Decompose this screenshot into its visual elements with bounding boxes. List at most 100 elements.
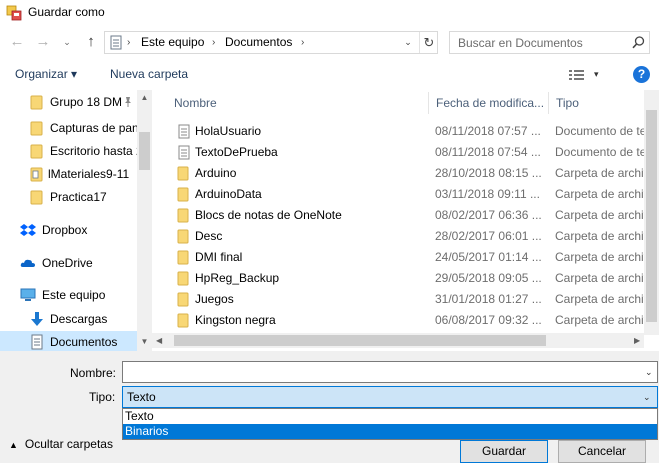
file-type-dropdown-icon[interactable]: ⌄ (643, 390, 651, 405)
nav-item-practica17[interactable]: Practica17 (0, 186, 137, 208)
nav-item-descargas[interactable]: Descargas (0, 308, 137, 330)
file-date: 28/10/2018 08:15 ... (435, 166, 542, 180)
nav-item-escritorio[interactable]: Escritorio hasta 2 (0, 140, 137, 162)
nav-item-documentos[interactable]: Documentos (0, 331, 137, 351)
file-list-horizontal-scrollbar[interactable]: ◀ ▶ (152, 333, 644, 348)
folder-icon (29, 143, 45, 159)
file-row[interactable]: HpReg_Backup 29/05/2018 09:05 ... Carpet… (167, 268, 644, 289)
file-name-combobox[interactable]: ⌄ (122, 361, 658, 383)
file-name-label: Nombre: (70, 366, 117, 380)
back-arrow-icon[interactable]: ← (8, 33, 26, 51)
column-header-type[interactable]: Tipo (549, 92, 644, 114)
file-row[interactable]: Arduino 28/10/2018 08:15 ... Carpeta de … (167, 163, 644, 184)
nav-item-dropbox[interactable]: Dropbox (0, 219, 137, 241)
file-date: 06/08/2017 09:32 ... (435, 313, 542, 327)
file-type: Carpeta de archiv (555, 187, 644, 201)
search-input[interactable] (458, 35, 623, 50)
file-type: Carpeta de archiv (555, 166, 644, 180)
file-type: Carpeta de archiv (555, 250, 644, 264)
file-type: Carpeta de archiv (555, 208, 644, 222)
nav-item-label: lMateriales9-11 (48, 167, 130, 181)
file-name: Kingston negra (195, 313, 276, 327)
file-type-dropdown-list: Texto Binarios (122, 408, 658, 440)
address-dropdown-icon[interactable]: ⌄ (401, 34, 415, 51)
cancel-button[interactable]: Cancelar (558, 440, 646, 463)
scroll-right-icon[interactable]: ▶ (634, 333, 640, 348)
organize-label: Organizar (15, 67, 68, 81)
dropbox-icon (20, 222, 36, 238)
folder-icon (177, 166, 191, 181)
nav-item-capturas[interactable]: Capturas de pan (0, 117, 137, 139)
pin-icon[interactable] (123, 91, 133, 112)
file-row[interactable]: ArduinoData 03/11/2018 09:11 ... Carpeta… (167, 184, 644, 205)
column-header-date[interactable]: Fecha de modifica... (429, 92, 549, 114)
breadcrumb-separator-icon[interactable]: › (301, 35, 304, 50)
file-date: 08/11/2018 07:57 ... (435, 124, 541, 138)
file-type-option-texto[interactable]: Texto (123, 409, 657, 424)
nav-item-label: Este equipo (42, 288, 106, 302)
file-name: HpReg_Backup (195, 271, 280, 285)
scroll-thumb[interactable] (139, 132, 150, 170)
file-type: Documento de te (555, 145, 644, 159)
breadcrumb-documentos[interactable]: Documentos (225, 35, 292, 50)
folder-icon (29, 120, 45, 136)
file-type: Carpeta de archiv (555, 292, 644, 306)
file-name-dropdown-icon[interactable]: ⌄ (645, 365, 653, 380)
new-folder-button[interactable]: Nueva carpeta (110, 67, 188, 84)
scroll-left-icon[interactable]: ◀ (156, 333, 162, 348)
breadcrumb-este-equipo[interactable]: Este equipo (141, 35, 204, 50)
breadcrumb-separator-icon[interactable]: › (212, 35, 215, 50)
file-row[interactable]: DMI final 24/05/2017 01:14 ... Carpeta d… (167, 247, 644, 268)
view-chevron-down-icon[interactable]: ▾ (594, 67, 599, 82)
hide-folders-button[interactable]: ▲ Ocultar carpetas (9, 437, 113, 451)
file-row[interactable]: HolaUsuario 08/11/2018 07:57 ... Documen… (167, 121, 644, 142)
file-type-select[interactable]: Texto ⌄ (122, 386, 658, 408)
scroll-thumb[interactable] (174, 335, 546, 346)
computer-icon (20, 287, 36, 303)
recent-locations-chevron-icon[interactable]: ⌄ (60, 33, 74, 51)
breadcrumb-separator-icon[interactable]: › (127, 35, 130, 50)
nav-item-lmateriales[interactable]: lMateriales9-11 (0, 163, 137, 185)
save-dialog-icon (6, 5, 22, 21)
nav-item-label: Escritorio hasta 2 (50, 144, 137, 158)
file-row[interactable]: Kingston negra 06/08/2017 09:32 ... Carp… (167, 310, 644, 331)
file-date: 08/02/2017 06:36 ... (435, 208, 542, 222)
file-row[interactable]: Blocs de notas de OneNote 08/02/2017 06:… (167, 205, 644, 226)
navigation-scrollbar[interactable]: ▲ ▼ (137, 90, 152, 351)
chevron-up-icon: ▲ (9, 440, 18, 450)
refresh-icon[interactable]: ↻ (419, 32, 438, 53)
file-type: Carpeta de archiv (555, 313, 644, 327)
file-list-vertical-scrollbar[interactable] (644, 90, 659, 335)
onedrive-icon (20, 255, 36, 271)
address-bar[interactable]: › Este equipo › Documentos › ⌄ ↻ (104, 31, 438, 54)
nav-item-label: Dropbox (42, 223, 88, 237)
search-icon[interactable] (631, 35, 646, 50)
save-button[interactable]: Guardar (460, 440, 548, 463)
file-type: Documento de te (555, 124, 644, 138)
view-options-icon[interactable] (568, 67, 586, 82)
file-row[interactable]: Desc 28/02/2017 06:01 ... Carpeta de arc… (167, 226, 644, 247)
file-row[interactable]: Juegos 31/01/2018 01:27 ... Carpeta de a… (167, 289, 644, 310)
search-box[interactable] (449, 31, 650, 54)
nav-item-label: Practica17 (50, 190, 107, 204)
scroll-up-icon[interactable]: ▲ (137, 90, 152, 105)
nav-item-label: Documentos (50, 335, 118, 349)
help-icon[interactable]: ? (633, 66, 650, 83)
file-row[interactable]: TextoDePrueba 08/11/2018 07:54 ... Docum… (167, 142, 644, 163)
scroll-down-icon[interactable]: ▼ (137, 334, 152, 349)
file-name-input[interactable] (127, 365, 627, 380)
file-date: 28/02/2017 06:01 ... (435, 229, 542, 243)
folder-icon (177, 229, 191, 244)
file-type-option-binarios[interactable]: Binarios (123, 424, 657, 439)
file-type: Carpeta de archiv (555, 229, 644, 243)
nav-item-este-equipo[interactable]: Este equipo (0, 284, 137, 306)
nav-item-onedrive[interactable]: OneDrive (0, 252, 137, 274)
up-arrow-icon[interactable]: ↑ (82, 33, 100, 51)
organize-button[interactable]: Organizar ▾ (15, 67, 77, 84)
nav-item-grupo-18-dm[interactable]: Grupo 18 DM (0, 91, 137, 113)
column-header-name[interactable]: Nombre (167, 92, 429, 114)
forward-arrow-icon[interactable]: → (34, 33, 52, 51)
folder-icon (177, 313, 191, 328)
scroll-thumb[interactable] (646, 110, 657, 322)
file-name: TextoDePrueba (195, 145, 278, 159)
